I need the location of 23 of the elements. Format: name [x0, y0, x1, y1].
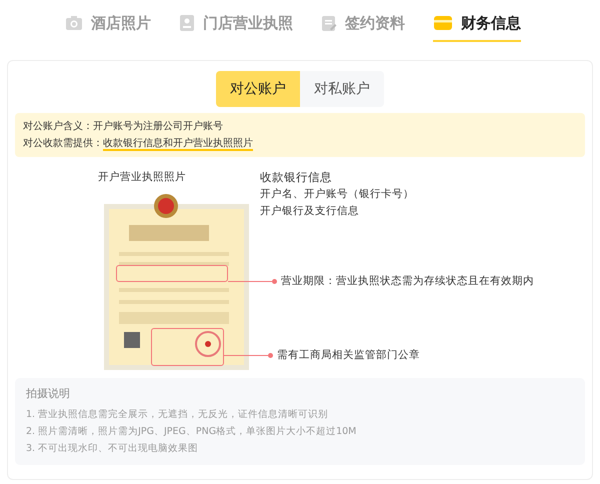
bank-info-title: 收款银行信息	[260, 169, 333, 186]
notice-text: 对公账户含义：开户账号为注册公司开户账号	[23, 120, 224, 134]
instructions-title: 拍摄说明	[26, 386, 71, 401]
bank-info-text: 开户名、开户账号（银行卡号）	[260, 187, 414, 202]
tab-label: 门店营业执照	[203, 14, 293, 32]
segment-button[interactable]: 对公账户	[216, 71, 300, 107]
bank-info-text: 开户银行及支行信息	[260, 204, 360, 219]
id-card-icon	[179, 14, 195, 32]
camera-icon	[65, 15, 83, 31]
notice-text: 对公收款需提供：收款银行信息和开户营业执照照片	[23, 136, 254, 151]
card-icon	[433, 15, 453, 31]
tab-label: 财务信息	[461, 14, 521, 32]
annotation-text: 需有工商局相关监管部门公章	[277, 348, 420, 363]
instruction-item: 1. 营业执照信息需完全展示，无遮挡，无反光，证件信息清晰可识别	[26, 408, 330, 422]
segment-button[interactable]: 对私账户	[300, 71, 384, 107]
instruction-item: 2. 照片需清晰，照片需为JPG、JPEG、PNG格式，单张图片大小不超过10M	[26, 424, 358, 439]
tab-label: 酒店照片	[91, 14, 151, 32]
license-title: 开户营业执照照片	[98, 170, 187, 185]
instruction-item: 3. 不可出现水印、不可出现电脑效果图	[26, 442, 200, 456]
annotation-text: 营业期限：营业执照状态需为存续状态且在有效期内	[281, 274, 534, 289]
tab-label: 签约资料	[345, 14, 405, 32]
document-icon	[321, 14, 337, 32]
tab[interactable]: 财务信息	[433, 6, 521, 42]
